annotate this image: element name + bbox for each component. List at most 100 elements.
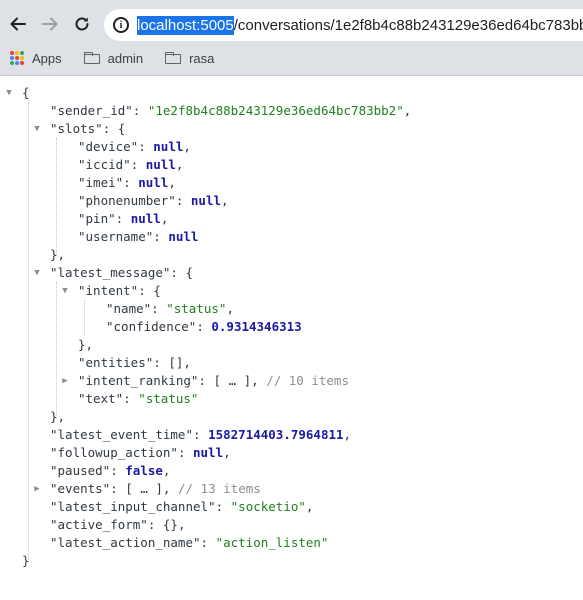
json-null: null [138, 175, 169, 190]
json-number: 1582714403.7964811 [208, 427, 344, 442]
json-line-slot: "imei": null, [78, 175, 176, 190]
json-key: "name" [106, 301, 152, 316]
folder-icon [165, 52, 182, 64]
expand-toggle-icon[interactable]: ▶ [32, 480, 42, 498]
url-host: localhost:5005 [137, 15, 234, 35]
json-line-slot: "device": null, [78, 139, 191, 154]
address-bar[interactable]: i localhost:5005/conversations/1e2f8b4c8… [104, 9, 583, 41]
json-key: "slots" [50, 121, 103, 136]
collapse-toggle-icon[interactable]: ▼ [32, 120, 42, 138]
json-key: "intent" [78, 283, 139, 298]
json-string: "socketio" [230, 499, 306, 514]
json-key: "paused" [50, 463, 111, 478]
json-comment: // 13 items [177, 481, 261, 496]
json-key: "latest_action_name" [50, 535, 201, 550]
json-key: "intent_ranking" [78, 373, 199, 388]
reload-button[interactable] [68, 10, 96, 38]
json-line-entities: "entities": [], [78, 355, 191, 370]
json-line-slots-close: }, [50, 247, 66, 262]
collapse-toggle-icon[interactable]: ▼ [60, 282, 70, 300]
json-line-events: "events": [ … ], // 13 items [50, 481, 261, 496]
json-number: 0.9314346313 [211, 319, 302, 334]
json-line-sender-id: "sender_id": "1e2f8b4c88b243129e36ed64bc… [50, 103, 412, 118]
json-line-latest-event-time: "latest_event_time": 1582714403.7964811, [50, 427, 352, 442]
json-string: "1e2f8b4c88b243129e36ed64bc783bb2" [147, 103, 404, 118]
json-line-slot: "username": null [78, 229, 199, 244]
json-collapsed-array[interactable]: [ … ] [213, 373, 251, 388]
json-key: "events" [50, 481, 111, 496]
folder-icon [83, 52, 100, 64]
json-key: "sender_id" [50, 103, 133, 118]
json-line-paused: "paused": false, [50, 463, 171, 478]
json-line-followup-action: "followup_action": null, [50, 445, 231, 460]
collapse-toggle-icon[interactable]: ▼ [32, 264, 42, 282]
json-null: null [153, 139, 184, 154]
json-key: "username" [78, 229, 154, 244]
arrow-left-icon [10, 17, 26, 31]
json-null: null [190, 193, 222, 208]
browser-chrome: i localhost:5005/conversations/1e2f8b4c8… [0, 0, 583, 76]
json-string: "action_listen" [215, 535, 329, 550]
json-line-slot: "pin": null, [78, 211, 169, 226]
collapse-toggle-icon[interactable]: ▼ [4, 84, 14, 102]
json-array: [] [168, 355, 184, 370]
reload-icon [75, 17, 89, 31]
json-line-latest-input-channel: "latest_input_channel": "socketio", [50, 499, 314, 514]
json-key: "active_form" [50, 517, 148, 532]
json-key: "pin" [78, 211, 116, 226]
url-text[interactable]: localhost:5005/conversations/1e2f8b4c88b… [137, 15, 583, 35]
json-key: "latest_message" [50, 265, 171, 280]
json-null: null [145, 157, 176, 172]
info-icon[interactable]: i [113, 17, 129, 33]
json-line-text: "text": "status" [78, 391, 199, 406]
json-key: "confidence" [106, 319, 197, 334]
json-line-intent-name: "name": "status", [106, 301, 234, 316]
json-null: null [193, 445, 224, 460]
json-line-latest-action-name: "latest_action_name": "action_listen" [50, 535, 329, 550]
json-key: "iccid" [78, 157, 131, 172]
json-string: "status" [166, 301, 227, 316]
indent-guide [56, 138, 57, 256]
json-line-intent: "intent": { [78, 283, 161, 298]
arrow-right-icon [42, 17, 58, 31]
indent-guide [28, 102, 29, 562]
json-line-slots: "slots": { [50, 121, 126, 136]
json-line-slot: "phonenumber": null, [78, 193, 229, 208]
json-collapsed-array[interactable]: [ … ] [125, 481, 163, 496]
json-line-latest-message: "latest_message": { [50, 265, 193, 280]
bookmark-apps[interactable]: Apps [10, 51, 62, 66]
bookmark-rasa[interactable]: rasa [165, 51, 214, 66]
bookmark-label: Apps [32, 50, 62, 66]
bookmark-label: admin [107, 50, 144, 66]
json-line-intent-confidence: "confidence": 0.9314346313 [106, 319, 302, 334]
json-null: null [130, 211, 161, 226]
apps-grid-icon [10, 51, 24, 65]
json-key: "phonenumber" [78, 193, 176, 208]
json-key: "device" [78, 139, 139, 154]
json-root-close: } [22, 553, 30, 568]
indent-guide [84, 300, 85, 336]
browser-toolbar: i localhost:5005/conversations/1e2f8b4c8… [0, 6, 583, 44]
json-key: "followup_action" [50, 445, 178, 460]
bookmark-label: rasa [189, 50, 215, 66]
json-line-active-form: "active_form": {}, [50, 517, 186, 532]
json-boolean: false [125, 463, 163, 478]
json-key: "latest_event_time" [50, 427, 193, 442]
forward-button[interactable] [36, 10, 64, 38]
json-line-slot: "iccid": null, [78, 157, 184, 172]
bookmark-admin[interactable]: admin [83, 50, 144, 66]
url-path: /conversations/1e2f8b4c88b243129e36ed64b… [233, 16, 583, 34]
indent-guide [56, 282, 57, 418]
json-line-intent-close: }, [78, 337, 94, 352]
json-key: "latest_input_channel" [50, 499, 216, 514]
expand-toggle-icon[interactable]: ▶ [60, 372, 70, 390]
json-object: {} [162, 517, 178, 532]
json-key: "imei" [78, 175, 124, 190]
json-string: "status" [138, 391, 199, 406]
bookmarks-bar: Apps admin rasa [0, 46, 583, 70]
back-button[interactable] [4, 10, 32, 38]
json-key: "entities" [78, 355, 154, 370]
json-root-open: { [22, 85, 30, 100]
json-line-latest-message-close: }, [50, 409, 66, 424]
json-comment: // 10 items [266, 373, 349, 388]
